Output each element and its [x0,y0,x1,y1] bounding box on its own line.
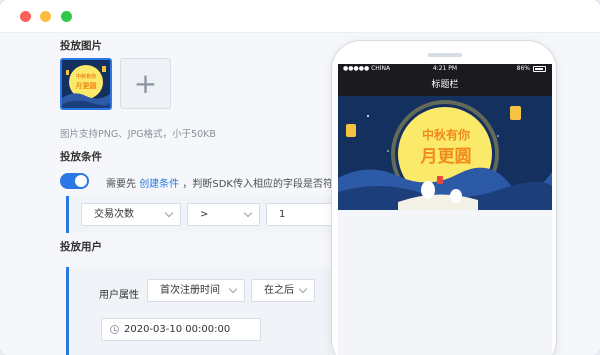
add-image-button[interactable]: + [120,58,171,109]
phone-nav-bar: 标题栏 [338,74,552,96]
user-section-title: 投放用户 [60,241,102,253]
thumbnail-text-line1: 中秋有你 [75,74,96,80]
user-attribute-label: 用户属性 [99,290,139,301]
datetime-picker[interactable]: 2020-03-10 00:00:00 [101,318,261,341]
condition-rule-panel: 交易次数 > 1 [66,196,334,233]
image-section-title: 投放图片 [60,40,102,52]
close-window-button[interactable] [20,11,31,22]
nav-title: 标题栏 [431,80,459,90]
chevron-down-icon [228,284,238,294]
toggle-knob [75,175,87,187]
chevron-down-icon [164,208,174,218]
relation-select[interactable]: 在之后 [251,279,315,302]
datetime-value: 2020-03-10 00:00:00 [124,324,231,335]
condition-field-select[interactable]: 交易次数 [81,203,181,226]
banner-title-line2: 月更圆 [420,147,472,167]
title-bar [0,0,600,33]
phone-screen: ●●●●● CHINA 4:21 PM 86% 标题栏 中秋有你 月更圆 [338,64,552,355]
condition-section-title: 投放条件 [60,151,102,163]
condition-value-input[interactable]: 1 [266,203,334,226]
create-condition-link[interactable]: 创建条件 [139,179,179,190]
phone-preview: ●●●●● CHINA 4:21 PM 86% 标题栏 中秋有你 月更圆 [331,40,557,355]
phone-status-bar: ●●●●● CHINA 4:21 PM 86% [338,64,552,74]
maximize-window-button[interactable] [61,11,72,22]
thumbnail-text-line2: 月更圆 [75,81,97,90]
condition-operator-select[interactable]: > [187,203,260,226]
condition-text-suffix: ，判断SDK传入相应的字段是否符 [182,179,333,190]
battery-percent: 86% [516,65,530,72]
minimize-window-button[interactable] [40,11,51,22]
plus-icon: + [133,66,158,100]
condition-value-text: 1 [279,209,286,220]
banner-title-line1: 中秋有你 [421,128,470,142]
battery-icon [533,66,546,72]
condition-toggle[interactable] [60,173,89,189]
chevron-down-icon [298,284,308,294]
condition-description: 需要先 创建条件 ，判断SDK传入相应的字段是否符 [106,175,333,190]
clock-icon [110,325,119,334]
mid-autumn-banner: 中秋有你 月更圆 [338,96,552,210]
image-format-hint: 图片支持PNG、JPG格式，小于50KB [60,129,216,140]
app-window: 投放图片 中秋有你 月更圆 + 图片支持PNG、JPG格式，小于50KB 投放条… [0,0,600,355]
uploaded-image-thumbnail[interactable]: 中秋有你 月更圆 [60,58,112,110]
user-attribute-select[interactable]: 首次注册时间 [147,279,245,302]
relation-value: 在之后 [264,285,294,296]
chevron-down-icon [243,208,253,218]
phone-speaker [428,53,462,57]
user-rule-panel: 用户属性 首次注册时间 在之后 2020-03-10 00:00:00 [66,267,331,355]
condition-field-value: 交易次数 [94,209,134,220]
user-attribute-value: 首次注册时间 [160,285,220,296]
condition-operator-value: > [200,209,209,220]
condition-text-prefix: 需要先 [106,179,136,190]
